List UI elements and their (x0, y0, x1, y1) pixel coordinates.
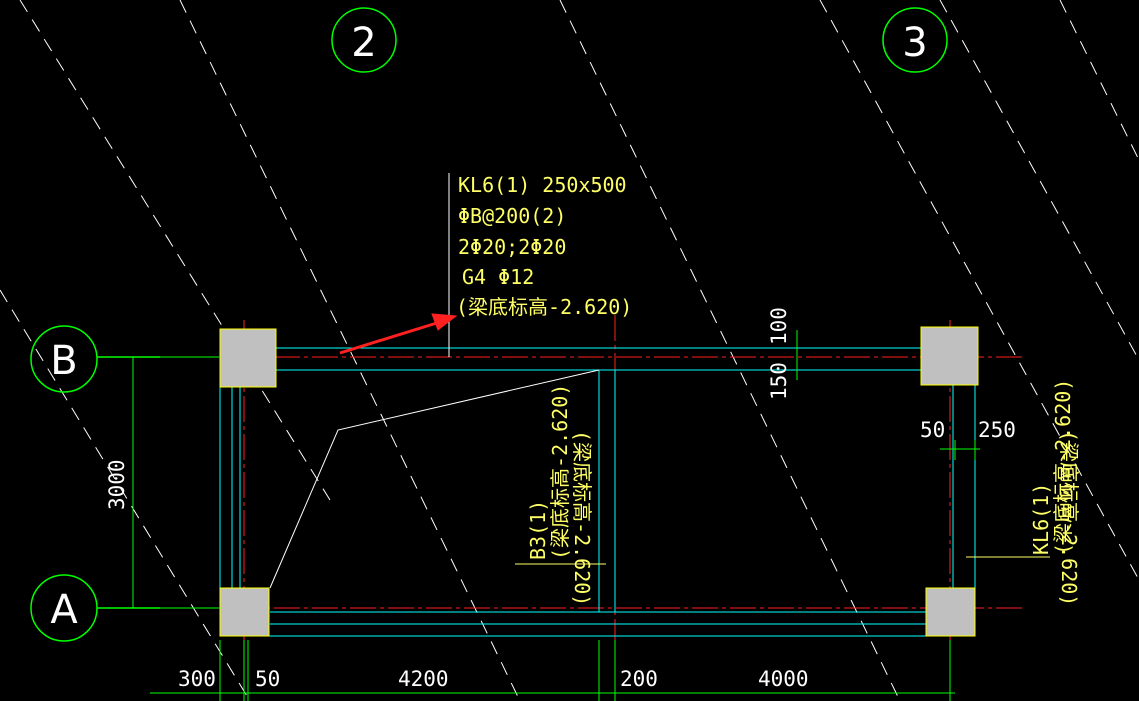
dim-left-height: 3000 (105, 459, 129, 510)
column-a2[interactable] (219, 587, 270, 637)
column-a3[interactable] (925, 587, 976, 637)
dim-top-right-1: 100 (767, 307, 791, 345)
dim-right-1: 50 (920, 418, 945, 442)
dim-top-right-2-group: 150 (767, 362, 791, 400)
axis-bubbles (30, 7, 948, 642)
dim-bottom-300: 300 (178, 667, 216, 691)
dim-top-right-2: 150 (767, 362, 791, 400)
b3-elevation: (梁底标高-2.620) (548, 384, 572, 560)
annotation-line-3: 2Φ20;2Φ20 (458, 235, 566, 259)
dim-bottom-4200: 4200 (398, 667, 449, 691)
axis-label-a: A (50, 587, 78, 633)
red-arrow-icon (339, 313, 458, 355)
kl6-name: KL6(1) (1029, 483, 1053, 555)
cad-drawing-canvas[interactable]: 2 3 B A KL6(1) 250x500 ΦB@200(2) 2Φ20;2Φ… (0, 0, 1139, 701)
annotation-line-5: (梁底标高-2.620) (456, 295, 632, 319)
axis-label-b: B (50, 338, 77, 384)
annotation-line-2: ΦB@200(2) (458, 204, 566, 228)
b3-elevation-top: (梁底标高-2.620) (570, 430, 594, 606)
dim-bottom-4000: 4000 (758, 667, 809, 691)
dim-right-2: 250 (978, 418, 1016, 442)
axis-label-2: 2 (351, 20, 376, 66)
axis-label-3: 3 (902, 20, 927, 66)
beam-outlines (219, 347, 978, 637)
annotation-line-4: G4 Φ12 (462, 265, 534, 289)
b3-elevation-top-group: (梁底标高-2.620) (570, 430, 594, 606)
beam-label-b3[interactable]: B3(1) (梁底标高-2.620) (526, 384, 572, 560)
b3-name: B3(1) (526, 500, 550, 560)
dim-top-right-1-group: 100 (767, 307, 791, 345)
dim-left-height-group: 3000 (105, 459, 129, 510)
beam-annotation-kl6[interactable]: KL6(1) 250x500 ΦB@200(2) 2Φ20;2Φ20 G4 Φ1… (456, 173, 632, 319)
kl6-elevation-top-group: (梁底标高-2.620) (1057, 430, 1081, 606)
kl6-elevation-top: (梁底标高-2.620) (1057, 430, 1081, 606)
column-b3[interactable] (920, 326, 979, 386)
dim-bottom-50: 50 (255, 667, 280, 691)
column-b2[interactable] (219, 328, 277, 388)
dim-bottom-200: 200 (620, 667, 658, 691)
annotation-line-1: KL6(1) 250x500 (458, 173, 627, 197)
